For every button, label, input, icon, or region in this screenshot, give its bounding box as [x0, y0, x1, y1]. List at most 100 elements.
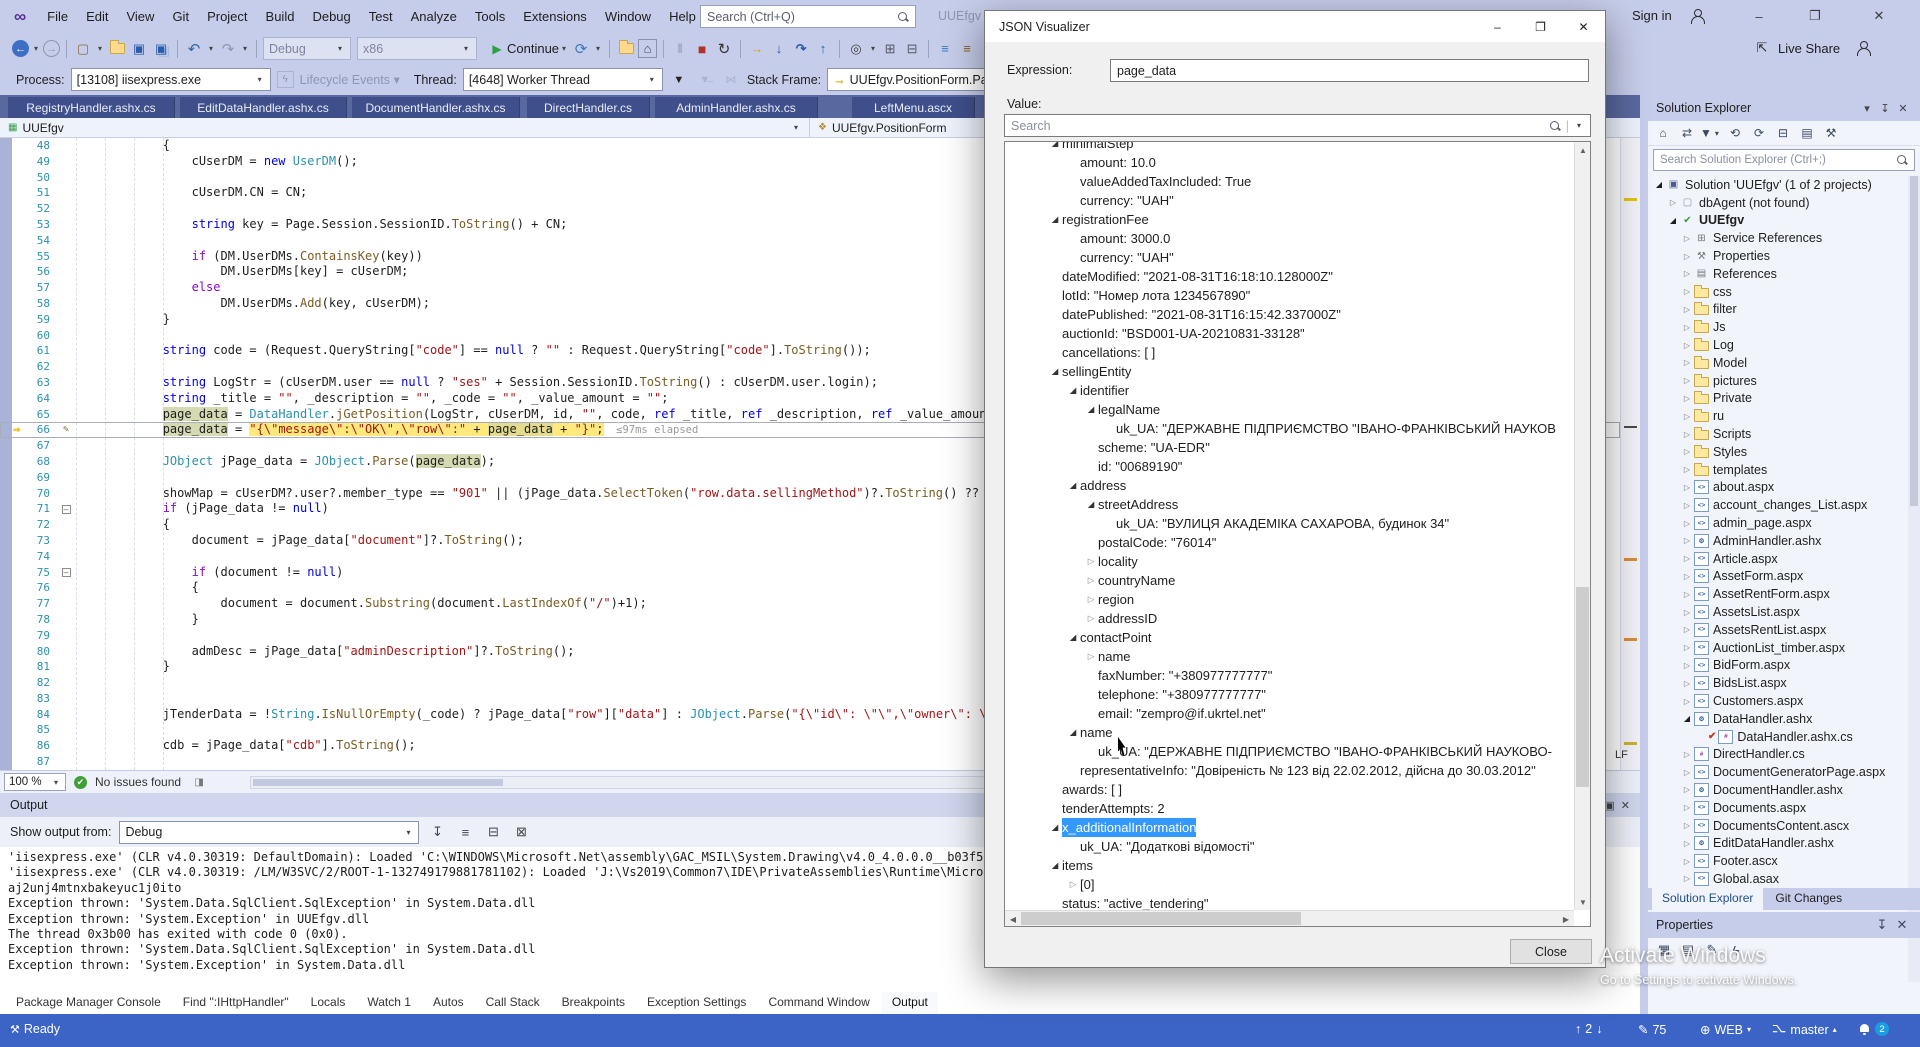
solution-tree-item[interactable]: ◢ ✔ UUEfgv	[1648, 212, 1908, 230]
process-dropdown[interactable]: [13108] iisexpress.exe ▾	[70, 68, 271, 91]
pending-changes-filter-icon[interactable]: ▼ ▾	[1700, 123, 1722, 143]
collapsed-icon[interactable]: ▷	[1680, 661, 1694, 670]
collapsed-icon[interactable]: ▷	[1680, 341, 1694, 350]
solution-tree-item[interactable]: ▷ Scripts	[1648, 425, 1908, 443]
line-number[interactable]: 58	[12, 296, 56, 312]
json-tree-node[interactable]: scheme: "UA-EDR"	[1005, 438, 1573, 457]
expanded-icon[interactable]: ◢	[1066, 723, 1080, 742]
show-next-statement-icon[interactable]: →	[747, 39, 767, 59]
scroll-down-icon[interactable]: ▼	[1575, 894, 1590, 910]
solexp-carets-icon[interactable]: ▾	[1858, 98, 1876, 118]
lifecycle-events-dropdown[interactable]: Lifecycle Events ▾	[300, 72, 400, 87]
expanded-icon[interactable]: ◢	[1048, 142, 1062, 153]
line-number[interactable]: 67	[12, 438, 56, 454]
collapsed-icon[interactable]: ▷	[1680, 536, 1694, 545]
json-tree-node[interactable]: awards: [ ]	[1005, 780, 1573, 799]
line-number[interactable]: 60	[12, 328, 56, 344]
expanded-icon[interactable]: ◢	[1666, 216, 1680, 225]
solution-search-input[interactable]: Search Solution Explorer (Ctrl+;)	[1653, 149, 1915, 171]
navigate-back-icon[interactable]: ←	[12, 40, 29, 57]
solution-tree-item[interactable]: ▷ Styles	[1648, 443, 1908, 461]
solution-tree-item[interactable]: ▷ ▢ dbAgent (not found)	[1648, 194, 1908, 212]
line-number[interactable]: 69	[12, 470, 56, 486]
solution-tree-item[interactable]: ▷ <> AssetsList.aspx	[1648, 603, 1908, 621]
tool-tab-call-stack[interactable]: Call Stack	[476, 992, 550, 1014]
collapsed-icon[interactable]: ▷	[1680, 608, 1694, 617]
line-number[interactable]: 82	[12, 675, 56, 691]
output-toggle-icon[interactable]: ⊠	[511, 822, 531, 842]
line-number[interactable]: 74	[12, 549, 56, 565]
solution-tree-item[interactable]: ▷ Model	[1648, 354, 1908, 372]
publish-target-button[interactable]: ⊕ WEB ▾	[1700, 1022, 1751, 1038]
line-number[interactable]: 68	[12, 454, 56, 470]
collapsed-icon[interactable]: ▷	[1680, 519, 1694, 528]
solution-tree-item[interactable]: ▷ templates	[1648, 461, 1908, 479]
line-number[interactable]: 73	[12, 533, 56, 549]
line-number[interactable]: 50	[12, 170, 56, 186]
dialog-maximize-button[interactable]: ❐	[1519, 12, 1562, 42]
user-account-icon[interactable]	[1690, 9, 1705, 24]
solution-tree-item[interactable]: ▷ Js	[1648, 318, 1908, 336]
live-share-icon[interactable]: ⇱	[1752, 38, 1772, 58]
new-project-dropdown[interactable]: ▾	[95, 44, 105, 53]
json-tree-node[interactable]: ◢ address	[1005, 476, 1573, 495]
solution-tree-item[interactable]: ▷ <> AssetRentForm.aspx	[1648, 585, 1908, 603]
scroll-up-icon[interactable]: ▲	[1575, 142, 1590, 158]
solution-tree-item[interactable]: ▷ ⚒ Properties	[1648, 247, 1908, 265]
line-number[interactable]: 70	[12, 486, 56, 502]
line-number[interactable]: 49	[12, 154, 56, 170]
collapsed-icon[interactable]: ▷	[1680, 394, 1694, 403]
restart-dropdown[interactable]: ▾	[593, 44, 603, 53]
json-tree[interactable]: ◢ minimalStep amount: 10.0 valueAddedTaxInc…	[1004, 141, 1591, 927]
line-number[interactable]: 51	[12, 185, 56, 201]
fold-margin[interactable]: –	[56, 501, 76, 517]
collapsed-icon[interactable]: ▷	[1084, 571, 1098, 590]
expression-field[interactable]: page_data	[1110, 59, 1589, 82]
collapsed-icon[interactable]: ▷	[1680, 252, 1694, 261]
json-tree-node[interactable]: lotId: "Номер лота 1234567890"	[1005, 286, 1573, 305]
collapse-icon[interactable]: –	[61, 567, 71, 577]
sync-commits-button[interactable]: ↑ 2 ↓	[1575, 1022, 1602, 1036]
live-share-button[interactable]: Live Share	[1778, 41, 1840, 56]
json-search-input[interactable]: Search | ▾	[1004, 114, 1591, 137]
notifications-button[interactable]: 2	[1858, 1022, 1889, 1036]
solution-tree-item[interactable]: ▷ ⚙ AdminHandler.ashx	[1648, 532, 1908, 550]
collapsed-icon[interactable]: ▷	[1680, 768, 1694, 777]
menu-window[interactable]: Window	[596, 1, 660, 32]
collapsed-icon[interactable]: ▷	[1084, 647, 1098, 666]
expanded-icon[interactable]: ◢	[1084, 400, 1098, 419]
window-minimize-button[interactable]: –	[1736, 0, 1782, 32]
solution-tree-scrollbar[interactable]	[1908, 176, 1920, 982]
pin-icon[interactable]: ↧	[1876, 98, 1894, 118]
json-tree-node[interactable]: ◢ minimalStep	[1005, 142, 1573, 153]
line-number[interactable]: 61	[12, 343, 56, 359]
solution-tree-item[interactable]: ▷ # DirectHandler.cs	[1648, 746, 1908, 764]
output-source-dropdown[interactable]: Debug ▾	[119, 820, 420, 844]
editor-tab[interactable]: AdminHandler.ashx.cs	[655, 97, 818, 118]
menu-git[interactable]: Git	[163, 1, 198, 32]
panel-tab-git-changes[interactable]: Git Changes	[1765, 888, 1852, 910]
line-number[interactable]: 81	[12, 659, 56, 675]
line-number[interactable]: 65	[12, 407, 56, 423]
menu-test[interactable]: Test	[360, 1, 402, 32]
line-number[interactable]: 63	[12, 375, 56, 391]
solution-tree-item[interactable]: ▷ <> DocumentGeneratorPage.aspx	[1648, 763, 1908, 781]
feedback-icon[interactable]	[1856, 40, 1872, 56]
json-tree-node[interactable]: ◢ name	[1005, 723, 1573, 742]
scroll-left-icon[interactable]: ◀	[1005, 911, 1021, 926]
json-tree-node[interactable]: amount: 3000.0	[1005, 229, 1573, 248]
solution-tree-item[interactable]: ▷ ⚙ EditDataHandler.ashx	[1648, 834, 1908, 852]
line-number[interactable]: 79	[12, 628, 56, 644]
expanded-icon[interactable]: ◢	[1680, 714, 1694, 723]
home-view-icon[interactable]: ⌂	[1652, 123, 1674, 143]
solution-tree-item[interactable]: ▷ <> about.aspx	[1648, 479, 1908, 497]
json-tree-node[interactable]: ◢ contactPoint	[1005, 628, 1573, 647]
solution-tree-item[interactable]: ▷ <> BidForm.aspx	[1648, 657, 1908, 675]
collapsed-icon[interactable]: ▷	[1084, 552, 1098, 571]
json-tree-node[interactable]: telephone: "+380977777777"	[1005, 685, 1573, 704]
breadcrumb-project[interactable]: ▦ UUEfgv ▾	[0, 118, 810, 137]
collapsed-icon[interactable]: ▷	[1680, 323, 1694, 332]
menu-analyze[interactable]: Analyze	[402, 1, 466, 32]
solution-tree-item[interactable]: ▷ <> AssetsRentList.aspx	[1648, 621, 1908, 639]
menu-debug[interactable]: Debug	[303, 1, 359, 32]
